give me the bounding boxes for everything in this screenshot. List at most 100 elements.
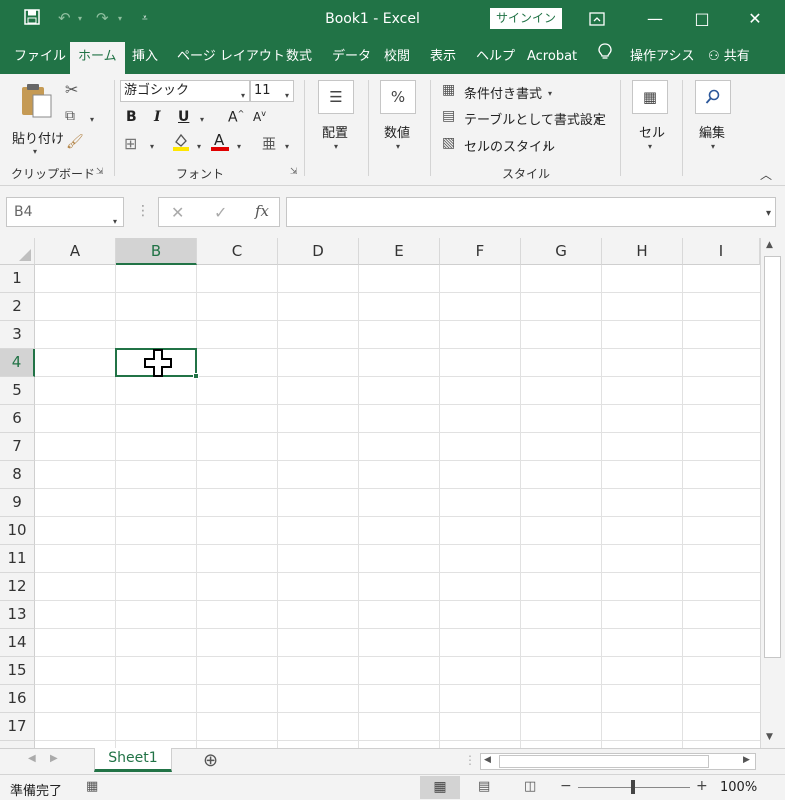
signin-button[interactable]: サインイン: [490, 8, 562, 29]
worksheet-grid[interactable]: ABCDEFGHI 123456789101112131415161718: [0, 238, 760, 748]
bold-button[interactable]: B: [126, 109, 137, 125]
redo-icon[interactable]: ↷: [96, 9, 109, 27]
column-header-f[interactable]: F: [440, 238, 521, 265]
underline-button[interactable]: U: [178, 109, 189, 125]
tab-formulas[interactable]: 数式: [286, 46, 312, 74]
zoom-slider-thumb[interactable]: [631, 780, 635, 794]
tab-view[interactable]: 表示: [430, 46, 456, 74]
vertical-scroll-thumb[interactable]: [764, 256, 781, 658]
row-header-10[interactable]: 10: [0, 517, 35, 545]
select-all-button[interactable]: [0, 238, 35, 265]
cell-styles-button[interactable]: ▧ セルのスタイル ▾: [442, 135, 562, 155]
row-header-9[interactable]: 9: [0, 489, 35, 517]
page-break-view-icon[interactable]: ◫: [524, 779, 536, 794]
format-as-table-button[interactable]: ▤ テーブルとして書式設定 ▾: [442, 108, 612, 128]
column-header-d[interactable]: D: [278, 238, 359, 265]
row-header-15[interactable]: 15: [0, 657, 35, 685]
cells-dropdown-icon[interactable]: ▾: [648, 142, 652, 151]
row-header-17[interactable]: 17: [0, 713, 35, 741]
minimize-button[interactable]: —: [633, 4, 677, 34]
share-button[interactable]: ⚇ 共有: [708, 46, 750, 74]
format-painter-icon[interactable]: 🖌: [66, 134, 84, 150]
expand-formula-bar-icon[interactable]: ▾: [766, 208, 771, 219]
tab-insert[interactable]: 挿入: [132, 46, 158, 74]
increase-font-button[interactable]: A^: [228, 109, 244, 126]
normal-view-button[interactable]: ▦: [420, 776, 460, 799]
customize-qat-icon[interactable]: ⩡: [142, 13, 148, 24]
vertical-scrollbar[interactable]: ▲ ▼: [760, 238, 785, 748]
tell-me-search[interactable]: 操作アシス: [630, 46, 694, 74]
ribbon-display-options-icon[interactable]: [575, 4, 619, 34]
cancel-entry-button[interactable]: ✕: [171, 203, 184, 222]
font-launcher-icon[interactable]: ⇲: [290, 167, 298, 177]
tab-help[interactable]: ヘルプ: [476, 46, 515, 74]
column-header-h[interactable]: H: [602, 238, 683, 265]
italic-button[interactable]: I: [154, 109, 161, 125]
page-layout-view-icon[interactable]: ▤: [478, 779, 490, 794]
macro-record-icon[interactable]: ▦: [86, 779, 98, 794]
collapse-ribbon-icon[interactable]: ︿: [760, 166, 772, 183]
close-button[interactable]: ✕: [733, 4, 777, 34]
column-header-g[interactable]: G: [521, 238, 602, 265]
row-header-7[interactable]: 7: [0, 433, 35, 461]
font-size-combo[interactable]: 11 ▾: [250, 80, 294, 102]
insert-function-button[interactable]: fx: [255, 202, 269, 220]
active-cell-b4[interactable]: [115, 348, 199, 379]
save-icon[interactable]: [24, 9, 40, 29]
tab-home[interactable]: ホーム: [70, 42, 125, 74]
formula-bar-grip-icon[interactable]: ⋮: [136, 203, 150, 219]
add-sheet-icon[interactable]: ⊕: [203, 750, 218, 771]
name-box[interactable]: B4 ▾: [6, 197, 124, 227]
zoom-out-button[interactable]: −: [560, 778, 572, 794]
copy-icon[interactable]: ⧉: [65, 108, 75, 124]
row-header-4[interactable]: 4: [0, 349, 35, 377]
borders-dropdown-icon[interactable]: ▾: [150, 142, 154, 151]
row-header-5[interactable]: 5: [0, 377, 35, 405]
editing-dropdown-icon[interactable]: ▾: [711, 142, 715, 151]
tab-acrobat[interactable]: Acrobat: [527, 46, 577, 74]
horizontal-scroll-thumb[interactable]: [499, 755, 709, 768]
fill-color-icon[interactable]: [172, 132, 190, 156]
column-header-b[interactable]: B: [116, 238, 197, 265]
row-header-18[interactable]: 18: [0, 741, 35, 748]
row-header-11[interactable]: 11: [0, 545, 35, 573]
row-header-6[interactable]: 6: [0, 405, 35, 433]
column-header-a[interactable]: A: [35, 238, 116, 265]
borders-icon[interactable]: ⊞: [124, 134, 137, 153]
row-header-14[interactable]: 14: [0, 629, 35, 657]
copy-dropdown-icon[interactable]: ▾: [90, 115, 94, 124]
number-dropdown-icon[interactable]: ▾: [396, 142, 400, 151]
column-header-e[interactable]: E: [359, 238, 440, 265]
font-color-dropdown-icon[interactable]: ▾: [237, 142, 241, 151]
lightbulb-icon[interactable]: [598, 43, 612, 71]
next-sheet-icon[interactable]: ▶: [50, 753, 58, 764]
underline-dropdown-icon[interactable]: ▾: [200, 115, 204, 124]
undo-dropdown-icon[interactable]: ▾: [78, 14, 82, 23]
font-name-combo[interactable]: 游ゴシック ▾: [120, 80, 250, 102]
confirm-entry-button[interactable]: ✓: [214, 203, 227, 222]
row-header-12[interactable]: 12: [0, 573, 35, 601]
fill-handle[interactable]: [193, 373, 199, 379]
hscroll-grip-icon[interactable]: ⋮: [464, 753, 476, 767]
prev-sheet-icon[interactable]: ◀: [28, 753, 36, 764]
redo-dropdown-icon[interactable]: ▾: [118, 14, 122, 23]
zoom-level[interactable]: 100%: [720, 780, 757, 795]
clipboard-launcher-icon[interactable]: ⇲: [96, 167, 104, 177]
font-color-icon[interactable]: A: [210, 131, 230, 156]
decrease-font-button[interactable]: Av: [253, 109, 266, 124]
row-header-16[interactable]: 16: [0, 685, 35, 713]
conditional-formatting-button[interactable]: ▦ 条件付き書式 ▾: [442, 82, 592, 102]
horizontal-scrollbar[interactable]: ◀ ▶: [480, 753, 756, 770]
row-header-3[interactable]: 3: [0, 321, 35, 349]
scroll-up-icon[interactable]: ▲: [766, 240, 773, 250]
tab-page-layout[interactable]: ページ レイアウト: [177, 46, 285, 74]
zoom-in-button[interactable]: +: [696, 778, 708, 794]
tab-data[interactable]: データ: [332, 46, 371, 74]
alignment-button[interactable]: ☰: [318, 80, 354, 114]
phonetic-dropdown-icon[interactable]: ▾: [285, 142, 289, 151]
tab-review[interactable]: 校閲: [384, 46, 410, 74]
phonetic-icon[interactable]: 亜: [262, 134, 276, 154]
undo-icon[interactable]: ↶: [58, 9, 71, 27]
sheet-tab-sheet1[interactable]: Sheet1: [94, 748, 172, 772]
number-format-button[interactable]: %: [380, 80, 416, 114]
